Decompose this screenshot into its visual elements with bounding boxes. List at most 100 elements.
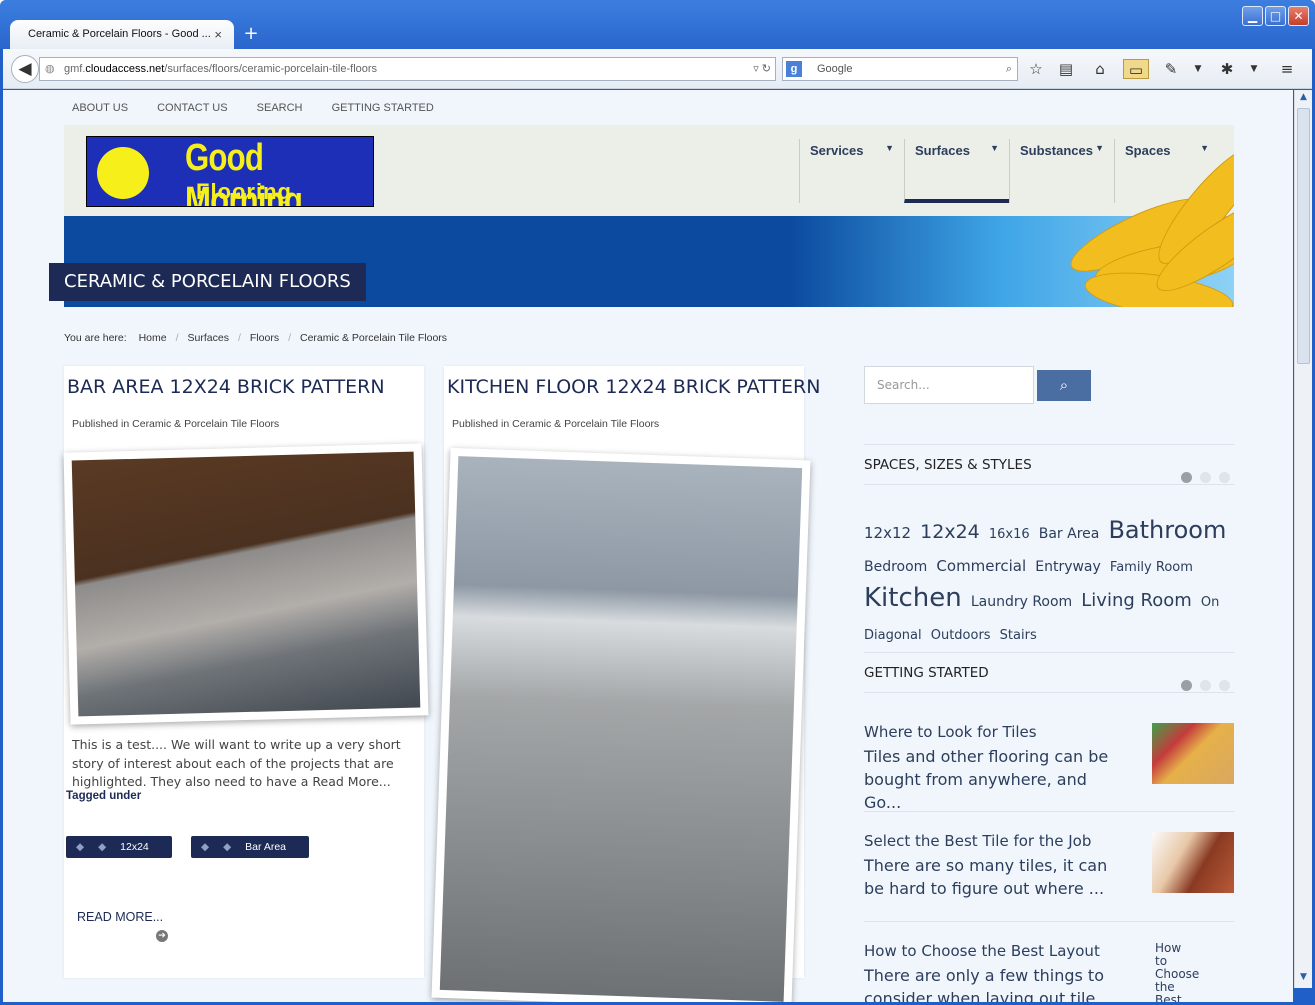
close-window-button[interactable]: ✕ (1288, 6, 1309, 26)
vertical-scrollbar[interactable]: ▲ ▼ (1294, 90, 1312, 988)
url-domain: cloudaccess.net (85, 63, 165, 75)
breadcrumb: You are here: Home / Surfaces / Floors / Ceram… (64, 332, 448, 344)
tag-cloud-item[interactable]: Bathroom (1108, 516, 1226, 544)
menu-services[interactable]: Services ▼ (799, 139, 904, 203)
tag-cloud-item[interactable]: Bedroom (864, 559, 927, 575)
browser-window: Ceramic & Porcelain Floors - Good ... × … (0, 0, 1315, 1005)
tab-strip: Ceramic & Porcelain Floors - Good ... × … (0, 0, 1315, 49)
tag-cloud-item[interactable]: Outdoors (931, 628, 991, 643)
new-tab-button[interactable]: + (240, 22, 262, 46)
tag-cloud-item[interactable]: Stairs (1000, 628, 1037, 643)
bookmark-star-icon[interactable]: ☆ (1026, 59, 1046, 79)
tag-label: Bar Area (245, 841, 287, 853)
tag-cloud-item[interactable]: Commercial (936, 557, 1026, 575)
tag-cloud: 12x12 12x24 16x16 Bar Area Bathroom Bedr… (864, 515, 1234, 651)
nav-search[interactable]: SEARCH (257, 102, 303, 114)
tag-icon: ◆ (201, 841, 210, 853)
tag-cloud-item[interactable]: Family Room (1110, 560, 1193, 575)
search-button[interactable]: ⌕ (1037, 370, 1091, 401)
nav-contact-us[interactable]: CONTACT US (157, 102, 228, 114)
carousel-dots[interactable] (1173, 667, 1230, 708)
item-title[interactable]: Select the Best Tile for the Job (864, 832, 1091, 850)
browser-tab[interactable]: Ceramic & Porcelain Floors - Good ... × (10, 20, 234, 49)
widget-title: GETTING STARTED (864, 652, 1234, 693)
minimize-button[interactable]: ▁ (1242, 6, 1263, 26)
bar-area-floor-image (71, 451, 421, 717)
site-logo[interactable]: Good Morning Flooring (86, 136, 374, 207)
arrow-right-icon[interactable]: ➔ (156, 930, 168, 942)
tag-icon: ◆ (76, 841, 85, 853)
search-engine-label: Google (817, 63, 853, 75)
article-photo[interactable] (431, 447, 811, 1002)
tile-samples-thumbnail[interactable] (1152, 832, 1234, 893)
tag-cloud-item[interactable]: Bar Area (1039, 526, 1100, 542)
tab-close-icon[interactable]: × (214, 20, 222, 49)
menu-label: Surfaces (915, 143, 970, 158)
scrollbar-thumb[interactable] (1297, 108, 1310, 364)
extension-icon[interactable]: ▭ (1123, 59, 1149, 79)
url-bar[interactable]: ◍ gmf.cloudaccess.net/surfaces/floors/ce… (39, 57, 776, 81)
article-photo[interactable] (63, 443, 429, 725)
tag-cloud-item[interactable]: 12x12 (864, 524, 911, 542)
scroll-up-arrow-icon[interactable]: ▲ (1297, 92, 1310, 106)
menu-label: Services (810, 143, 864, 158)
scroll-down-arrow-icon[interactable]: ▼ (1297, 972, 1310, 986)
tag-cloud-item[interactable]: Laundry Room (971, 594, 1072, 610)
home-icon[interactable]: ⌂ (1090, 59, 1110, 79)
article-title[interactable]: BAR AREA 12X24 BRICK PATTERN (67, 376, 385, 398)
tag-bar-area[interactable]: ◆ ◆ Bar Area (191, 836, 309, 858)
reload-icon[interactable]: ▿ ↻ (753, 58, 771, 80)
breadcrumb-surfaces[interactable]: Surfaces (188, 332, 229, 344)
widget-title-text: SPACES, SIZES & STYLES (864, 457, 1032, 473)
item-description: Tiles and other flooring can be bought f… (864, 747, 1109, 812)
tag-cloud-item[interactable]: Kitchen (864, 583, 962, 613)
breadcrumb-home[interactable]: Home (139, 332, 167, 344)
search-input[interactable]: Search... (864, 366, 1034, 404)
dropdown-arrow-icon[interactable]: ▼ (1244, 59, 1264, 79)
nav-about-us[interactable]: ABOUT US (72, 102, 128, 114)
article-title[interactable]: KITCHEN FLOOR 12X24 BRICK PATTERN (447, 376, 820, 398)
article-excerpt: This is a test.... We will want to write… (72, 737, 401, 789)
breadcrumb-current: Ceramic & Porcelain Tile Floors (300, 332, 448, 344)
page-title: CERAMIC & PORCELAIN FLOORS (49, 263, 366, 301)
breadcrumb-label: You are here: (64, 332, 127, 344)
tiles-stack-thumbnail[interactable] (1152, 723, 1234, 784)
item-description: There are so many tiles, it can be hard … (864, 856, 1108, 898)
widget-title: SPACES, SIZES & STYLES (864, 444, 1234, 485)
getting-started-item[interactable]: Where to Look for Tiles Tiles and other … (864, 723, 1234, 812)
magnifier-icon[interactable]: ⌕ (1006, 58, 1012, 80)
bug-icon[interactable]: ✱ (1217, 59, 1237, 79)
kitchen-floor-image (439, 456, 803, 1002)
maximize-button[interactable]: □ (1265, 6, 1286, 26)
url-path: /surfaces/floors/ceramic-porcelain-tile-… (164, 63, 378, 75)
getting-started-item[interactable]: Select the Best Tile for the Job There a… (864, 832, 1234, 922)
item-description: There are only a few things to consider … (864, 966, 1104, 1002)
browser-toolbar: ◀ ◍ gmf.cloudaccess.net/surfaces/floors/… (3, 49, 1312, 89)
getting-started-item[interactable]: How to Choose the Best Layout There are … (864, 942, 1234, 1003)
tag-cloud-item[interactable]: Living Room (1081, 590, 1192, 611)
tag-cloud-item[interactable]: Entryway (1035, 559, 1101, 575)
nav-getting-started[interactable]: GETTING STARTED (332, 102, 434, 114)
broken-thumbnail-alt[interactable]: How to Choose the Best (1155, 942, 1199, 1003)
article-category-link[interactable]: Ceramic & Porcelain Tile Floors (132, 418, 279, 430)
breadcrumb-floors[interactable]: Floors (250, 332, 279, 344)
eyedropper-icon[interactable]: ✎ (1161, 59, 1181, 79)
top-nav: ABOUT US CONTACT US SEARCH GETTING START… (72, 102, 460, 114)
article-category-link[interactable]: Ceramic & Porcelain Tile Floors (512, 418, 659, 430)
tagged-label: Tagged under (66, 790, 142, 802)
back-arrow-icon[interactable]: ◀ (11, 55, 39, 83)
tag-cloud-item[interactable]: 16x16 (989, 527, 1030, 542)
globe-icon: ◍ (45, 63, 55, 75)
tag-cloud-item[interactable]: 12x24 (920, 521, 980, 543)
browser-search-input[interactable]: g Google ⌕ (782, 57, 1018, 81)
sunflower-image (994, 125, 1234, 307)
carousel-dots[interactable] (1173, 459, 1230, 500)
item-title[interactable]: Where to Look for Tiles (864, 723, 1037, 741)
dropdown-arrow-icon[interactable]: ▼ (1188, 59, 1208, 79)
menu-icon[interactable]: ≡ (1277, 59, 1297, 79)
item-title[interactable]: How to Choose the Best Layout (864, 942, 1100, 960)
read-more-link[interactable]: READ MORE... (77, 910, 163, 924)
bookmarks-list-icon[interactable]: ▤ (1056, 59, 1076, 79)
tag-label: 12x24 (120, 841, 149, 853)
tag-12x24[interactable]: ◆ ◆ 12x24 (66, 836, 172, 858)
